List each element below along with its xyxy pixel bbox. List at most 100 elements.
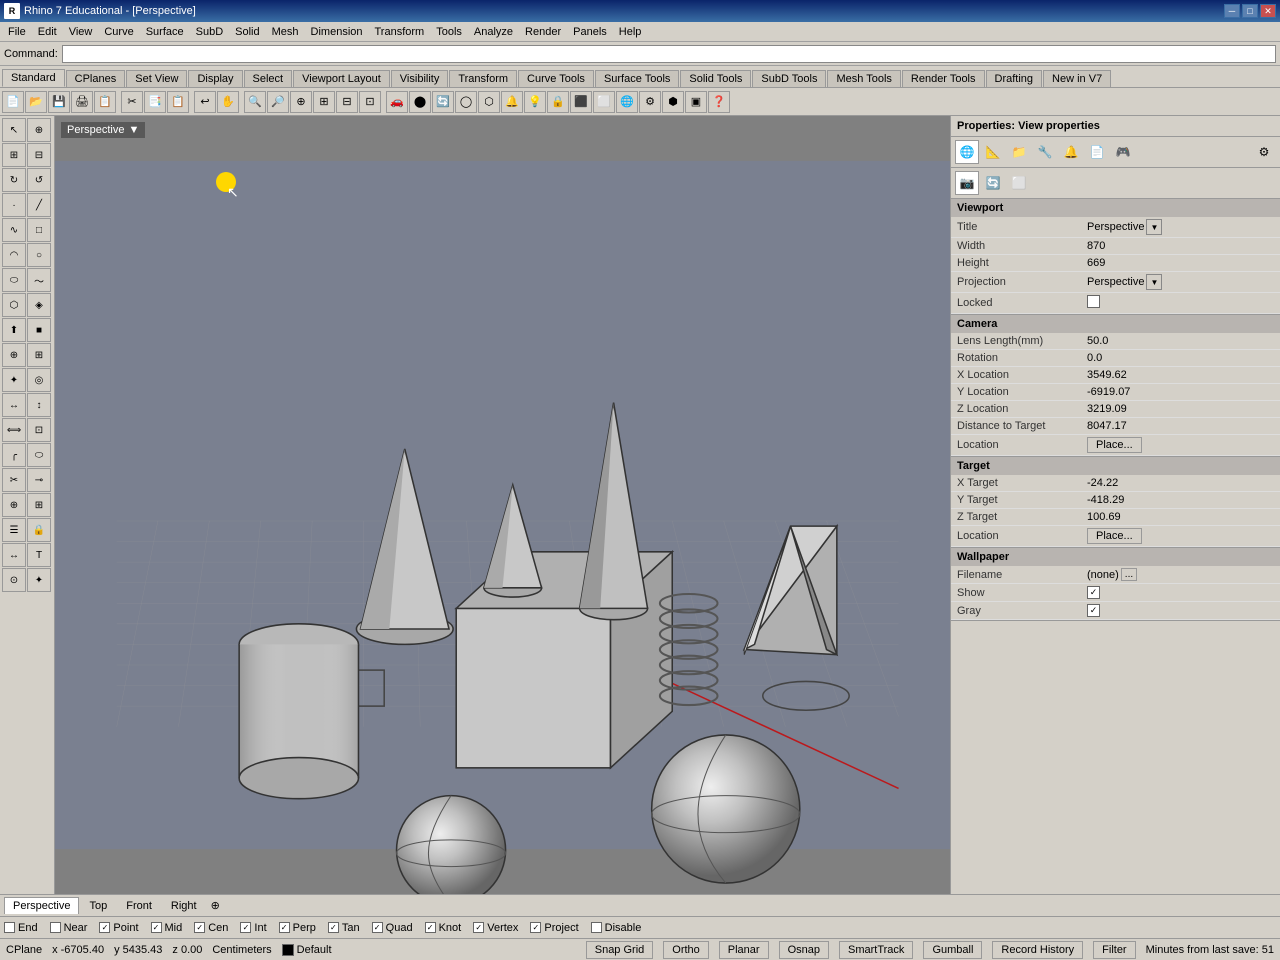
prop-icon-object[interactable]: 📐: [981, 140, 1005, 164]
vp-tab-perspective[interactable]: Perspective: [4, 897, 79, 914]
snap-disable[interactable]: Disable: [591, 922, 642, 934]
analysis-tool[interactable]: ◎: [27, 368, 51, 392]
snap-end[interactable]: End: [4, 922, 38, 934]
offset-tool[interactable]: ⬭: [27, 443, 51, 467]
snap-tool[interactable]: ⊙: [2, 568, 26, 592]
circle-tool[interactable]: ○: [27, 243, 51, 267]
snap-int-checkbox[interactable]: [240, 922, 251, 933]
surface-tool[interactable]: ⬡: [2, 293, 26, 317]
tb-obj15[interactable]: ❓: [708, 91, 730, 113]
menu-mesh[interactable]: Mesh: [266, 24, 305, 40]
tb-zoomout[interactable]: 🔎: [267, 91, 289, 113]
tab-surfacetools[interactable]: Surface Tools: [595, 70, 679, 87]
tb-zoom5[interactable]: ⊟: [336, 91, 358, 113]
gray-checkbox[interactable]: [1087, 604, 1100, 617]
tb-obj13[interactable]: ⬢: [662, 91, 684, 113]
camera-section-header[interactable]: Camera: [951, 315, 1280, 333]
tb-cut[interactable]: ✂: [121, 91, 143, 113]
tab-display[interactable]: Display: [188, 70, 242, 87]
tb-obj11[interactable]: 🌐: [616, 91, 638, 113]
line-tool[interactable]: ╱: [27, 193, 51, 217]
command-input[interactable]: [62, 45, 1276, 63]
boolean-tool[interactable]: ⊕: [2, 343, 26, 367]
rotate-tool2[interactable]: ↺: [27, 168, 51, 192]
select-tool[interactable]: ↖: [2, 118, 26, 142]
tab-meshtools[interactable]: Mesh Tools: [827, 70, 900, 87]
tb-zoom3[interactable]: ⊕: [290, 91, 312, 113]
vp-tab-right[interactable]: Right: [162, 897, 206, 915]
menu-view[interactable]: View: [63, 24, 99, 40]
tab-subdtools[interactable]: SubD Tools: [752, 70, 826, 87]
camera-place-button[interactable]: Place...: [1087, 437, 1142, 453]
vp-tab-front[interactable]: Front: [117, 897, 161, 915]
tab-viewportlayout[interactable]: Viewport Layout: [293, 70, 390, 87]
prop-icon-light[interactable]: 🔔: [1059, 140, 1083, 164]
prop-icon-world[interactable]: 🌐: [955, 140, 979, 164]
tab-transform[interactable]: Transform: [449, 70, 517, 87]
tb-obj12[interactable]: ⚙: [639, 91, 661, 113]
mirror-tool[interactable]: ⟺: [2, 418, 26, 442]
snap-cen-checkbox[interactable]: [194, 922, 205, 933]
tab-standard[interactable]: Standard: [2, 69, 65, 87]
prop-icon-render[interactable]: 📄: [1085, 140, 1109, 164]
gumball-btn[interactable]: Gumball: [923, 941, 982, 959]
snap-mid[interactable]: Mid: [151, 922, 183, 934]
tb-new[interactable]: 📄: [2, 91, 24, 113]
snap-near-checkbox[interactable]: [50, 922, 61, 933]
prop-icon-folder[interactable]: 📁: [1007, 140, 1031, 164]
tb-obj1[interactable]: 🚗: [386, 91, 408, 113]
tb-zoomin[interactable]: 🔍: [244, 91, 266, 113]
locked-checkbox[interactable]: [1087, 295, 1100, 308]
lasso-tool[interactable]: ⊞: [2, 143, 26, 167]
snap-knot[interactable]: Knot: [425, 922, 462, 934]
menu-transform[interactable]: Transform: [369, 24, 431, 40]
snap-vertex-checkbox[interactable]: [473, 922, 484, 933]
tab-cplanes[interactable]: CPlanes: [66, 70, 126, 87]
solid-tool[interactable]: ■: [27, 318, 51, 342]
snap-tan-checkbox[interactable]: [328, 922, 339, 933]
title-dropdown-btn[interactable]: ▼: [1146, 219, 1162, 235]
tb-obj3[interactable]: 🔄: [432, 91, 454, 113]
split-tool[interactable]: ⊸: [27, 468, 51, 492]
join-tool[interactable]: ⊕: [2, 493, 26, 517]
snap-near[interactable]: Near: [50, 922, 88, 934]
menu-panels[interactable]: Panels: [567, 24, 613, 40]
snap-perp[interactable]: Perp: [279, 922, 316, 934]
gumball-tool[interactable]: ✦: [27, 568, 51, 592]
menu-curve[interactable]: Curve: [98, 24, 139, 40]
wallpaper-section-header[interactable]: Wallpaper: [951, 548, 1280, 566]
target-place-button[interactable]: Place...: [1087, 528, 1142, 544]
prop-icon-extra[interactable]: 🎮: [1111, 140, 1135, 164]
prop-icon-settings[interactable]: ⚙: [1252, 140, 1276, 164]
show-checkbox[interactable]: [1087, 586, 1100, 599]
snap-int[interactable]: Int: [240, 922, 266, 934]
spline-tool[interactable]: 〜: [27, 268, 51, 292]
point-tool[interactable]: ·: [2, 193, 26, 217]
mesh-tool[interactable]: ◈: [27, 293, 51, 317]
menu-surface[interactable]: Surface: [140, 24, 190, 40]
tab-newinv7[interactable]: New in V7: [1043, 70, 1111, 87]
snap-cen[interactable]: Cen: [194, 922, 228, 934]
snap-quad[interactable]: Quad: [372, 922, 413, 934]
minimize-button[interactable]: ─: [1224, 4, 1240, 18]
viewport-dropdown-icon[interactable]: ▼: [128, 124, 139, 136]
viewport-section-header[interactable]: Viewport: [951, 199, 1280, 217]
menu-subd[interactable]: SubD: [190, 24, 230, 40]
tb-zoom4[interactable]: ⊞: [313, 91, 335, 113]
filter-btn[interactable]: Filter: [1093, 941, 1135, 959]
tb-copy[interactable]: 📑: [144, 91, 166, 113]
snap-disable-checkbox[interactable]: [591, 922, 602, 933]
filename-browse-button[interactable]: ...: [1121, 568, 1137, 581]
tab-select[interactable]: Select: [244, 70, 293, 87]
move-tool[interactable]: ↔: [2, 393, 26, 417]
snap-end-checkbox[interactable]: [4, 922, 15, 933]
prop-icon-material[interactable]: 🔧: [1033, 140, 1057, 164]
rect-tool[interactable]: □: [27, 218, 51, 242]
tab-drafting[interactable]: Drafting: [986, 70, 1043, 87]
menu-dimension[interactable]: Dimension: [305, 24, 369, 40]
prop-subicon-display[interactable]: ⬜: [1007, 171, 1031, 195]
smarttrack-btn[interactable]: SmartTrack: [839, 941, 913, 959]
arc-tool[interactable]: ◠: [2, 243, 26, 267]
tb-obj4[interactable]: ◯: [455, 91, 477, 113]
fillet-tool[interactable]: ╭: [2, 443, 26, 467]
